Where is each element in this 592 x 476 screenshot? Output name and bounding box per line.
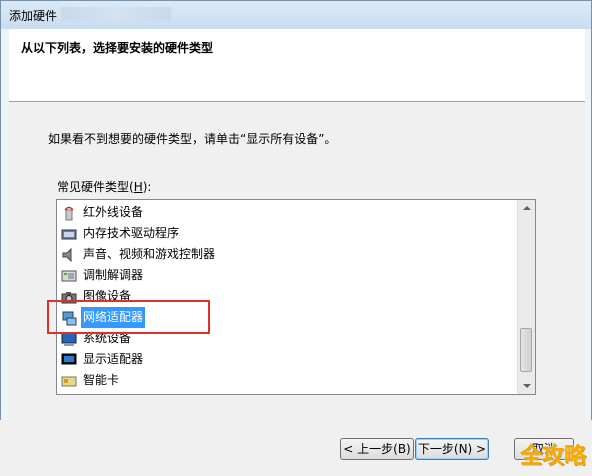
- smart-card-icon: [61, 373, 77, 389]
- list-item-label: 内存技术驱动程序: [83, 226, 180, 240]
- watermark-logo: 全攻略: [519, 444, 586, 469]
- next-button[interactable]: 下一步(N) >: [415, 438, 489, 460]
- memory-driver-icon: [61, 226, 77, 242]
- list-item-8[interactable]: 智能卡: [61, 370, 517, 391]
- infrared-icon: [61, 205, 77, 221]
- speaker-icon: [61, 247, 77, 263]
- list-scrollbar[interactable]: [517, 200, 535, 394]
- highlight-box: [47, 300, 210, 334]
- list-item-label: 红外线设备: [83, 205, 144, 219]
- scroll-thumb[interactable]: [520, 328, 532, 372]
- back-button[interactable]: < 上一步(B): [340, 438, 414, 460]
- modem-icon: [61, 268, 77, 284]
- scroll-up-button[interactable]: [518, 200, 535, 217]
- scroll-down-button[interactable]: [518, 377, 535, 394]
- header-panel: 从以下列表，选择要安装的硬件类型: [9, 29, 585, 102]
- list-label-prefix: 常见硬件类型(: [57, 180, 134, 194]
- list-item-1[interactable]: 内存技术驱动程序: [61, 223, 517, 244]
- list-item-label: 调制解调器: [83, 268, 144, 282]
- hardware-items: 红外线设备 内存技术驱动程序 声音、视频和游戏控制器 调制解调器 图像设备 网络适配器 系统…: [61, 202, 517, 391]
- title-blur: [61, 7, 171, 21]
- list-item-label: 智能卡: [83, 373, 120, 387]
- list-label: 常见硬件类型(H):: [57, 178, 151, 195]
- title-bar[interactable]: 添加硬件: [1, 1, 591, 29]
- list-label-mnemonic: H: [133, 180, 143, 194]
- display-adapter-icon: [61, 352, 77, 368]
- footer-bar: [0, 420, 592, 476]
- header-title: 从以下列表，选择要安装的硬件类型: [21, 41, 214, 55]
- list-item-2[interactable]: 声音、视频和游戏控制器: [61, 244, 517, 265]
- hardware-type-list[interactable]: 红外线设备 内存技术驱动程序 声音、视频和游戏控制器 调制解调器 图像设备 网络适配器 系统…: [56, 199, 536, 395]
- list-item-label: 声音、视频和游戏控制器: [83, 247, 216, 261]
- list-item-3[interactable]: 调制解调器: [61, 265, 517, 286]
- list-item-7[interactable]: 显示适配器: [61, 349, 517, 370]
- instruction-text: 如果看不到想要的硬件类型，请单击“显示所有设备”。: [48, 132, 337, 146]
- list-item-0[interactable]: 红外线设备: [61, 202, 517, 223]
- list-label-suffix: ):: [142, 180, 152, 194]
- window-title: 添加硬件: [9, 9, 58, 23]
- list-item-label: 显示适配器: [83, 352, 144, 366]
